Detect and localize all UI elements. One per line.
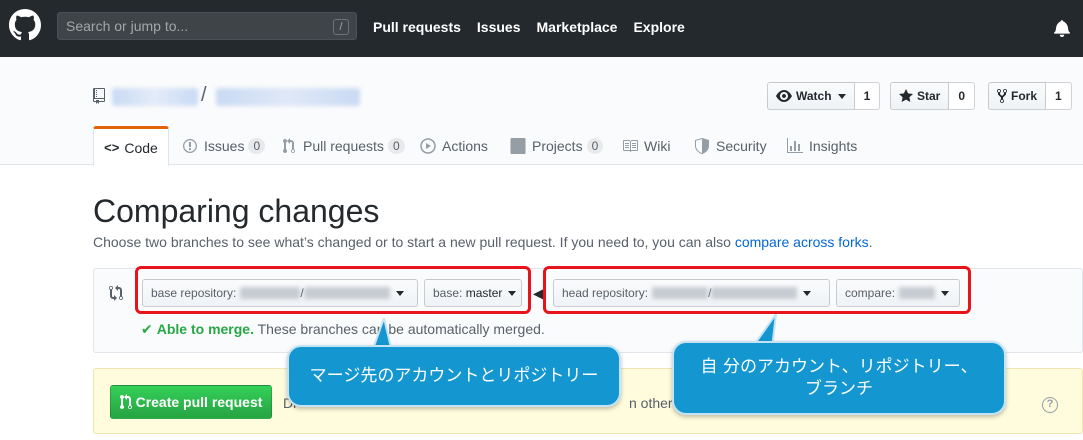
star-icon xyxy=(899,89,913,102)
tab-security[interactable]: Security xyxy=(694,126,767,166)
callout-base-annotation: マージ先のアカウントとリポジトリー xyxy=(287,345,621,407)
merge-status-ok: Able to merge. xyxy=(156,321,254,337)
highlight-frame-base xyxy=(135,266,531,314)
tab-code-label: Code xyxy=(124,139,158,156)
repo-owner-link-redacted[interactable] xyxy=(112,88,198,106)
watch-group: Watch 1 xyxy=(767,82,881,110)
fork-button[interactable]: Fork xyxy=(988,82,1047,110)
star-label: Star xyxy=(917,89,941,103)
watch-label: Watch xyxy=(796,89,832,103)
fork-count[interactable]: 1 xyxy=(1046,82,1072,110)
tab-insights-label: Insights xyxy=(809,138,858,154)
repo-name-link-redacted[interactable] xyxy=(216,88,360,106)
tab-issues[interactable]: Issues 0 xyxy=(182,126,266,166)
git-pull-request-icon xyxy=(283,138,295,153)
callout-base-text: マージ先のアカウントとリポジトリー xyxy=(309,366,599,386)
callout-head-text-line2: ブランチ xyxy=(805,379,873,399)
tab-wiki[interactable]: Wiki xyxy=(622,126,670,166)
issue-opened-icon xyxy=(183,139,197,153)
eye-icon xyxy=(776,90,792,102)
tab-code[interactable]: <> Code xyxy=(93,126,169,166)
compare-description: Choose two branches to see what’s change… xyxy=(93,234,873,250)
tab-insights[interactable]: Insights xyxy=(787,126,857,166)
watch-count[interactable]: 1 xyxy=(854,82,881,110)
tab-projects-label: Projects xyxy=(532,138,583,154)
tab-pull-requests-count: 0 xyxy=(387,138,405,154)
git-compare-icon xyxy=(109,285,123,301)
repo-icon xyxy=(93,88,105,104)
global-header: / Pull requests Issues Marketplace Explo… xyxy=(0,0,1083,57)
create-pull-request-label: Create pull request xyxy=(135,394,263,410)
nav-explore[interactable]: Explore xyxy=(633,19,684,35)
git-pull-request-icon xyxy=(119,394,132,409)
callout-head-annotation: 自 分のアカウント、リポジトリー、 ブランチ xyxy=(672,341,1006,415)
notification-bell-icon[interactable] xyxy=(1053,19,1071,37)
fork-label: Fork xyxy=(1011,89,1038,103)
nav-issues[interactable]: Issues xyxy=(477,19,521,35)
compare-across-forks-link[interactable]: compare across forks xyxy=(735,234,869,250)
merge-status: ✔ Able to merge. These branches can be au… xyxy=(141,321,545,338)
page-title: Comparing changes xyxy=(93,193,380,229)
star-group: Star 0 xyxy=(890,82,976,110)
search-input[interactable] xyxy=(58,13,356,39)
chevron-down-icon xyxy=(837,93,846,99)
tab-pull-requests[interactable]: Pull requests 0 xyxy=(281,126,405,166)
highlight-frame-head xyxy=(543,266,971,314)
github-logo-icon[interactable] xyxy=(9,9,41,41)
fork-group: Fork 1 xyxy=(988,82,1072,110)
tab-pull-requests-label: Pull requests xyxy=(303,138,384,154)
tab-issues-label: Issues xyxy=(204,138,245,154)
code-icon: <> xyxy=(104,139,120,155)
compare-description-text: Choose two branches to see what’s change… xyxy=(93,234,735,250)
repo-header: / Watch 1 Star 0 Fork 1 <> Code Issues 0 xyxy=(0,57,1083,166)
tab-actions[interactable]: Actions xyxy=(420,126,488,166)
star-button[interactable]: Star xyxy=(890,82,950,110)
tab-wiki-label: Wiki xyxy=(644,138,671,154)
nav-pull-requests[interactable]: Pull requests xyxy=(373,19,461,35)
check-icon: ✔ xyxy=(141,321,153,337)
tab-security-label: Security xyxy=(716,138,767,154)
question-icon[interactable]: ? xyxy=(1042,397,1058,413)
book-icon xyxy=(623,140,638,152)
global-nav: Pull requests Issues Marketplace Explore xyxy=(373,19,701,35)
tab-projects[interactable]: Projects 0 xyxy=(510,126,604,166)
tab-actions-label: Actions xyxy=(442,138,488,154)
compare-description-end: . xyxy=(868,234,873,250)
shield-icon xyxy=(695,138,709,154)
search-box: / xyxy=(57,12,357,40)
tab-issues-count: 0 xyxy=(248,138,266,154)
callout-head-text-line1: 自 分のアカウント、リポジトリー、 xyxy=(700,357,978,377)
search-shortcut-hint: / xyxy=(333,19,349,35)
nav-marketplace[interactable]: Marketplace xyxy=(537,19,618,35)
tab-projects-count: 0 xyxy=(586,138,604,154)
watch-button[interactable]: Watch xyxy=(767,82,855,110)
project-icon xyxy=(510,138,526,154)
repo-path-separator: / xyxy=(201,84,207,106)
create-pull-request-button[interactable]: Create pull request xyxy=(110,385,272,419)
play-icon xyxy=(420,138,436,154)
fork-icon xyxy=(997,88,1007,104)
graph-icon xyxy=(787,138,803,153)
star-count[interactable]: 0 xyxy=(949,82,976,110)
